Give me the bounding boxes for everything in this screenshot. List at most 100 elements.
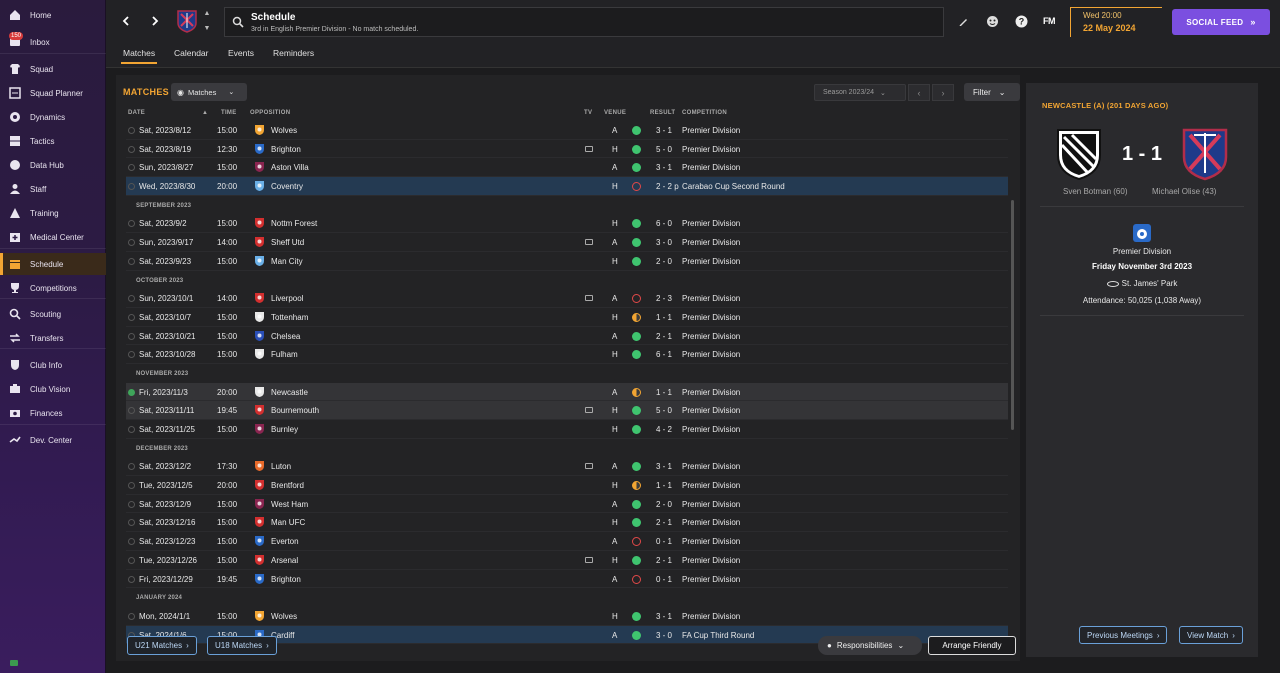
opponent-name[interactable]: Liverpool	[271, 294, 303, 303]
opponent-name[interactable]: Wolves	[271, 126, 297, 135]
match-competition[interactable]: Premier Division	[682, 575, 740, 584]
opponent-name[interactable]: Coventry	[271, 182, 303, 191]
table-row[interactable]: Wed, 2023/8/30 20:00 Coventry H 2 - 2 p Carab…	[126, 177, 1008, 196]
tab-events[interactable]: Events	[228, 48, 254, 58]
sidebar-item-finances[interactable]: Finances	[0, 402, 106, 424]
club-switcher[interactable]: ▲ ▼	[202, 10, 212, 32]
match-competition[interactable]: Premier Division	[682, 350, 740, 359]
opponent-name[interactable]: Man UFC	[271, 518, 305, 527]
opponent-name[interactable]: Nottm Forest	[271, 219, 317, 228]
tab-calendar[interactable]: Calendar	[174, 48, 209, 58]
table-row[interactable]: Sat, 2023/10/28 15:00 Fulham H 6 - 1 Premier …	[126, 345, 1008, 364]
table-row[interactable]: Mon, 2024/1/1 15:00 Wolves H 3 - 1 Premier Di…	[126, 607, 1008, 626]
opponent-name[interactable]: Luton	[271, 462, 291, 471]
table-row[interactable]: Fri, 2023/12/29 19:45 Brighton A 0 - 1 Premie…	[126, 570, 1008, 589]
table-row[interactable]: Fri, 2023/11/3 20:00 Newcastle A 1 - 1 Premie…	[126, 382, 1008, 402]
table-row[interactable]: Sat, 2023/8/12 15:00 Wolves A 3 - 1 Premier D…	[126, 121, 1008, 140]
opponent-name[interactable]: Arsenal	[271, 556, 298, 565]
season-prev-button[interactable]: ‹	[908, 84, 930, 101]
match-competition[interactable]: Premier Division	[682, 145, 740, 154]
view-match-button[interactable]: View Match ›	[1179, 626, 1243, 644]
match-competition[interactable]: FA Cup Third Round	[682, 631, 754, 640]
table-row[interactable]: Sun, 2023/9/17 14:00 Sheff Utd A 3 - 0 Premie…	[126, 233, 1008, 252]
sidebar-item-squad-planner[interactable]: Squad Planner	[0, 82, 106, 104]
sidebar-item-club-info[interactable]: Club Info	[0, 354, 106, 376]
responsibilities-button[interactable]: ● Responsibilities ⌄	[818, 636, 922, 655]
opponent-name[interactable]: Aston Villa	[271, 163, 309, 172]
table-scrollbar[interactable]	[1011, 200, 1014, 430]
col-result[interactable]: RESULT	[650, 110, 675, 116]
table-row[interactable]: Sat, 2023/11/11 19:45 Bournemouth H 5 - 0 Pre…	[126, 401, 1008, 420]
opponent-name[interactable]: Chelsea	[271, 332, 300, 341]
view-dropdown[interactable]: ◉ Matches ⌄	[171, 83, 247, 101]
edit-button[interactable]	[956, 14, 970, 28]
match-competition[interactable]: Premier Division	[682, 163, 740, 172]
col-opposition[interactable]: OPPOSITION	[250, 110, 290, 116]
match-competition[interactable]: Premier Division	[682, 406, 740, 415]
table-row[interactable]: Sat, 2023/8/19 12:30 Brighton H 5 - 0 Premier…	[126, 140, 1008, 159]
forward-button[interactable]	[144, 10, 166, 32]
match-competition[interactable]: Premier Division	[682, 425, 740, 434]
sidebar-item-club-vision[interactable]: Club Vision	[0, 378, 106, 400]
table-row[interactable]: Sat, 2023/10/21 15:00 Chelsea A 2 - 1 Premier…	[126, 327, 1008, 346]
col-date[interactable]: DATE	[128, 110, 145, 116]
opponent-name[interactable]: Brighton	[271, 145, 301, 154]
season-next-button[interactable]: ›	[932, 84, 954, 101]
table-row[interactable]: Tue, 2023/12/5 20:00 Brentford H 1 - 1 Premie…	[126, 476, 1008, 495]
sidebar-item-inbox[interactable]: 150 Inbox	[0, 31, 106, 53]
match-detail-title[interactable]: NEWCASTLE (A) (201 DAYS AGO)	[1042, 101, 1168, 110]
opponent-name[interactable]: Tottenham	[271, 313, 308, 322]
table-row[interactable]: Sun, 2023/10/1 14:00 Liverpool A 2 - 3 Premie…	[126, 289, 1008, 308]
opponent-name[interactable]: Burnley	[271, 425, 298, 434]
table-row[interactable]: Sat, 2023/11/25 15:00 Burnley H 4 - 2 Premier…	[126, 420, 1008, 439]
table-row[interactable]: Sun, 2023/8/27 15:00 Aston Villa A 3 - 1 Prem…	[126, 158, 1008, 178]
sidebar-item-data-hub[interactable]: Data Hub	[0, 154, 106, 176]
match-competition[interactable]: Premier Division	[682, 462, 740, 471]
table-row[interactable]: Tue, 2023/12/26 15:00 Arsenal H 2 - 1 Premier…	[126, 551, 1008, 570]
sidebar-item-staff[interactable]: Staff	[0, 178, 106, 200]
previous-meetings-button[interactable]: Previous Meetings ›	[1079, 626, 1168, 644]
opponent-name[interactable]: Bournemouth	[271, 406, 319, 415]
sidebar-item-competitions[interactable]: Competitions	[0, 277, 106, 299]
match-competition[interactable]: Premier Division	[682, 388, 740, 397]
col-time[interactable]: TIME	[221, 110, 237, 116]
match-competition[interactable]: Premier Division	[682, 313, 740, 322]
match-competition[interactable]: Premier Division	[682, 537, 740, 546]
table-row[interactable]: Sat, 2023/12/2 17:30 Luton A 3 - 1 Premier Di…	[126, 457, 1008, 477]
match-competition[interactable]: Premier Division	[682, 294, 740, 303]
match-competition[interactable]: Premier Division	[682, 481, 740, 490]
sidebar-item-medical-center[interactable]: Medical Center	[0, 226, 106, 248]
table-row[interactable]: Sat, 2023/9/2 15:00 Nottm Forest H 6 - 0 Prem…	[126, 214, 1008, 234]
sidebar-item-tactics[interactable]: Tactics	[0, 130, 106, 152]
match-competition[interactable]: Premier Division	[682, 612, 740, 621]
u21-matches-button[interactable]: U21 Matches ›	[127, 636, 197, 655]
table-row[interactable]: Sat, 2023/12/23 15:00 Everton A 0 - 1 Premier…	[126, 532, 1008, 551]
table-row[interactable]: Sat, 2023/12/9 15:00 West Ham A 2 - 0 Premier…	[126, 495, 1008, 514]
match-competition[interactable]: Premier Division	[682, 219, 740, 228]
sidebar-item-training[interactable]: Training	[0, 202, 106, 224]
sidebar-item-home[interactable]: Home	[0, 4, 106, 26]
sidebar-item-squad[interactable]: Squad	[0, 58, 106, 80]
club-crest-large-icon[interactable]	[1180, 127, 1230, 181]
opponent-name[interactable]: Wolves	[271, 612, 297, 621]
opponent-name[interactable]: Fulham	[271, 350, 298, 359]
table-row[interactable]: Sat, 2023/12/16 15:00 Man UFC H 2 - 1 Premier…	[126, 513, 1008, 533]
sidebar-item-dev-center[interactable]: Dev. Center	[0, 429, 106, 451]
help-button[interactable]: ?	[1014, 14, 1028, 28]
match-competition[interactable]: Premier Division	[682, 556, 740, 565]
back-button[interactable]	[115, 10, 137, 32]
chevron-down-icon[interactable]: ▼	[204, 25, 211, 32]
social-feed-button[interactable]: SOCIAL FEED »	[1172, 9, 1270, 35]
opponent-name[interactable]: Newcastle	[271, 388, 308, 397]
opponent-name[interactable]: Everton	[271, 537, 299, 546]
opponent-name[interactable]: Brighton	[271, 575, 301, 584]
sidebar-item-schedule[interactable]: Schedule	[0, 253, 106, 275]
u18-matches-button[interactable]: U18 Matches ›	[207, 636, 277, 655]
match-competition[interactable]: Carabao Cup Second Round	[682, 182, 785, 191]
match-competition[interactable]: Premier Division	[682, 518, 740, 527]
col-competition[interactable]: COMPETITION	[682, 110, 727, 116]
filter-button[interactable]: Filter ⌄	[964, 83, 1020, 101]
match-competition[interactable]: Premier Division	[682, 126, 740, 135]
table-row[interactable]: Sat, 2023/10/7 15:00 Tottenham H 1 - 1 Premie…	[126, 308, 1008, 327]
col-venue[interactable]: VENUE	[604, 110, 626, 116]
